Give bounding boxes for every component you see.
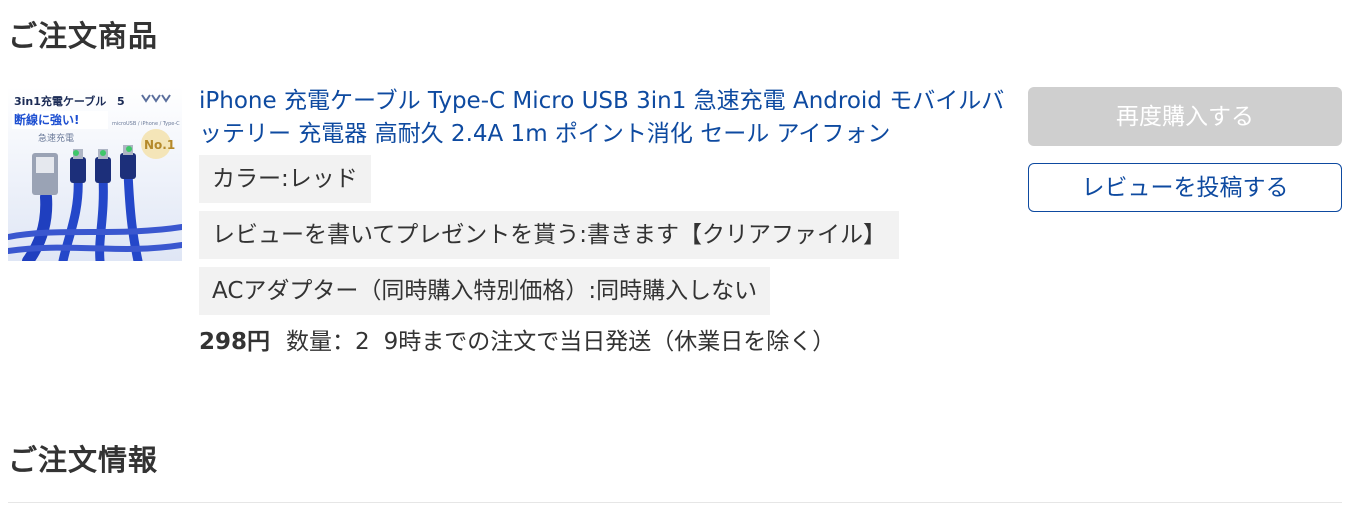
product-details: iPhone 充電ケーブル Type-C Micro USB 3in1 急速充電… <box>199 85 1009 357</box>
price-line: 298円 数量：2 9時までの注文で当日発送（休業日を除く） <box>199 327 1009 357</box>
quantity: 数量：2 <box>286 329 370 355</box>
order-info-heading: ご注文情報 <box>8 443 159 477</box>
thumb-subtitle: 急速充電 <box>38 132 74 144</box>
thumb-spec: microUSB / iPhone / Type-C <box>112 121 180 127</box>
write-review-button[interactable]: レビューを投稿する <box>1028 163 1342 212</box>
option-review-present: レビューを書いてプレゼントを貰う:書きます【クリアファイル】 <box>199 211 900 259</box>
thumb-badge-rank: No.1 <box>144 138 175 152</box>
thumb-tagline: 断線に強い! <box>14 112 79 127</box>
ordered-products-heading: ご注文商品 <box>8 19 159 53</box>
product-thumbnail[interactable]: 3in1充電ケーブル 断線に強い! 急速充電 5 microUSB / iPho… <box>8 87 182 261</box>
thumb-headline: 3in1充電ケーブル <box>14 94 106 108</box>
option-ac-adapter: ACアダプター（同時購入特別価格）:同時購入しない <box>199 267 771 315</box>
thumb-badge-number: 5 <box>117 95 125 108</box>
product-name-link[interactable]: iPhone 充電ケーブル Type-C Micro USB 3in1 急速充電… <box>199 85 1009 151</box>
section-divider <box>8 502 1342 503</box>
cable-product-image: 3in1充電ケーブル 断線に強い! 急速充電 5 microUSB / iPho… <box>8 87 182 261</box>
rebuy-button[interactable]: 再度購入する <box>1028 87 1342 146</box>
option-color: カラー:レッド <box>199 155 371 203</box>
shipping-note: 9時までの注文で当日発送（休業日を除く） <box>383 329 836 355</box>
price: 298円 <box>199 329 271 355</box>
